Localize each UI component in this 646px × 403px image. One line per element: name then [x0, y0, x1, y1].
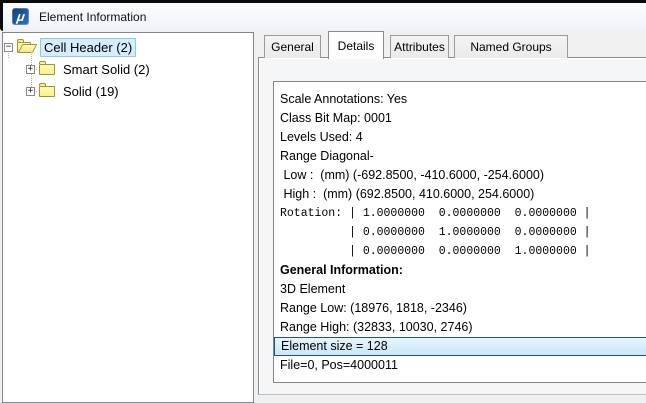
tree-expander-icon[interactable]: − — [4, 42, 13, 52]
tree-expander-icon[interactable]: + — [26, 86, 35, 96]
tab-general[interactable]: General — [264, 35, 321, 58]
tab-label: Details — [337, 38, 375, 53]
closed-folder-icon — [39, 60, 55, 75]
tree-item-solid-19[interactable]: + Solid (19) — [3, 81, 276, 101]
detail-line[interactable]: Range Low: (18976, 1818, -2346) — [274, 299, 646, 318]
detail-line[interactable]: | 0.0000000 1.0000000 0.0000000 | — [274, 223, 646, 242]
tree-item-label: Solid (19) — [63, 83, 119, 99]
tab-label: Named Groups — [470, 40, 552, 54]
microstation-logo-icon: μ — [12, 8, 29, 25]
detail-line[interactable]: Range Diagonal- — [274, 147, 646, 166]
tree-item-cell-header-2[interactable]: − Cell Header (2) — [3, 37, 254, 57]
detail-line[interactable]: High : (mm) (692.8500, 410.6000, 254.600… — [274, 185, 646, 204]
detail-line[interactable]: Class Bit Map: 0001 — [274, 109, 646, 128]
tab-named-groups[interactable]: Named Groups — [454, 35, 568, 58]
window-title: Element Information — [39, 9, 147, 24]
tab-details[interactable]: Details — [328, 31, 384, 59]
detail-line[interactable]: 3D Element — [274, 280, 646, 299]
detail-line[interactable]: Rotation: | 1.0000000 0.0000000 0.000000… — [274, 204, 646, 223]
detail-line[interactable]: Levels Used: 4 — [274, 128, 646, 147]
detail-line[interactable]: File=0, Pos=4000011 — [274, 356, 646, 375]
tree-item-label: Cell Header (2) — [40, 37, 137, 57]
closed-folder-icon — [39, 82, 55, 97]
tab-attributes[interactable]: Attributes — [390, 35, 449, 58]
tree-expander-icon[interactable]: + — [26, 64, 35, 74]
tab-label: Attributes — [394, 40, 445, 54]
detail-line-selected[interactable]: Element size = 128 — [274, 337, 646, 356]
detail-line[interactable]: Low : (mm) (-692.8500, -410.6000, -254.6… — [274, 166, 646, 185]
titlebar: μ Element Information — [3, 3, 646, 30]
details-content-box: Scale Annotations: Yes Class Bit Map: 000… — [273, 81, 646, 383]
detail-line[interactable]: General Information: — [274, 261, 646, 280]
open-folder-icon — [17, 38, 38, 53]
detail-line[interactable]: | 0.0000000 0.0000000 1.0000000 | — [274, 242, 646, 261]
detail-line[interactable]: Range High: (32833, 10030, 2746) — [274, 318, 646, 337]
element-information-window: μ Element Information − Cell Header (2) … — [0, 0, 646, 403]
tree-item-label: Smart Solid (2) — [63, 61, 150, 77]
tab-label: General — [271, 40, 314, 54]
tree-item-smart-solid-2[interactable]: + Smart Solid (2) — [3, 59, 276, 79]
element-tree-panel: − Cell Header (2) + Smart Solid (2) + So… — [2, 32, 254, 403]
detail-line[interactable]: Scale Annotations: Yes — [274, 90, 646, 109]
